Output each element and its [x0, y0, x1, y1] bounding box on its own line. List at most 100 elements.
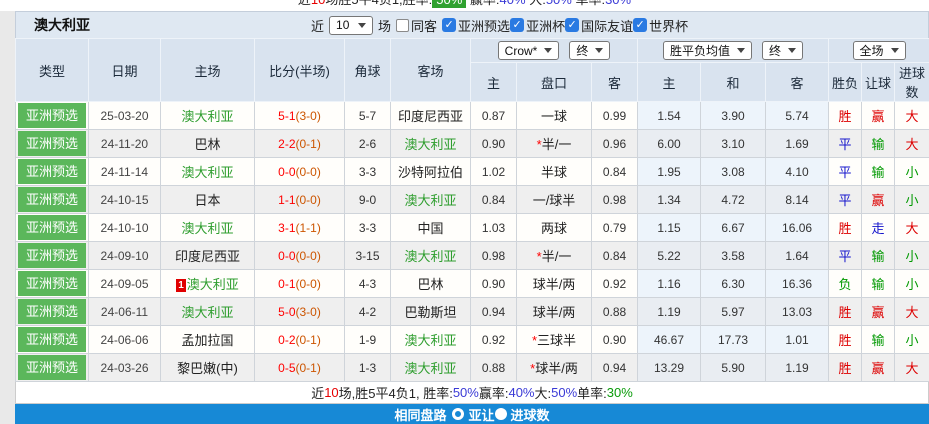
avg-away-odds-cell: 13.03	[766, 298, 829, 326]
match-date: 24-09-05	[100, 277, 148, 291]
home-team-name: 日本	[194, 193, 220, 208]
full-time-score: 2-2	[278, 137, 295, 151]
competition-type-badge: 亚洲预选	[18, 131, 86, 156]
trend-radio-option[interactable]: 亚让	[452, 405, 494, 424]
away-team-name: 沙特阿拉伯	[398, 165, 463, 180]
odds-state-select[interactable]: 终	[569, 41, 610, 60]
team-title: 澳大利亚	[34, 15, 90, 35]
full-time-score: 3-1	[278, 221, 295, 235]
goals-cell: 小	[895, 242, 929, 270]
competition-filters: ✓亚洲预选✓亚洲杯✓国际友谊✓世界杯	[442, 16, 688, 35]
match-date: 25-03-20	[100, 109, 148, 123]
away-odds-cell: 0.98	[592, 186, 638, 214]
away-team-cell: 中国	[391, 214, 471, 242]
home-odds-cell: 0.88	[471, 354, 517, 382]
radio-selected-icon[interactable]	[495, 408, 507, 420]
home-team-cell: 澳大利亚	[161, 102, 255, 130]
chevron-down-icon	[595, 48, 603, 53]
handicap-name: 半/一	[542, 137, 572, 152]
subheader-away-odds: 客	[592, 63, 638, 102]
average-state-select[interactable]: 终	[762, 41, 803, 60]
col-header-score: 比分(半场)	[255, 39, 345, 102]
handicap-name: 球半/两	[535, 361, 578, 376]
summary-segment: 赢率:	[466, 0, 499, 7]
avg-away-odds-cell: 5.74	[766, 102, 829, 130]
subheader-goals: 进球数	[895, 63, 929, 102]
summary-segment: 30%	[607, 385, 633, 400]
home-team-cell: 澳大利亚	[161, 158, 255, 186]
corner-count: 4-3	[359, 277, 376, 291]
result-cell: 平	[829, 186, 862, 214]
away-odds-cell: 0.92	[592, 270, 638, 298]
chevron-down-icon	[737, 48, 745, 53]
home-team-name: 澳大利亚	[181, 305, 233, 320]
avg-home-odds-cell: 1.16	[638, 270, 701, 298]
handicap-cell: 一球	[517, 102, 592, 130]
average-type-select[interactable]: 胜平负均值	[663, 41, 752, 60]
avg-home-odds-cell: 1.34	[638, 186, 701, 214]
subheader-home-odds: 主	[471, 63, 517, 102]
radio-unselected-icon[interactable]	[452, 408, 464, 420]
full-time-score: 5-1	[278, 109, 295, 123]
handicap-name: 半球	[541, 165, 567, 180]
avg-draw-odds-cell: 3.90	[701, 102, 766, 130]
competition-label: 亚洲预选	[458, 16, 510, 35]
corner-cell: 3-3	[345, 158, 391, 186]
table-row: 亚洲预选24-11-20巴林2-2(0-1)2-6澳大利亚0.90*半/一0.9…	[16, 130, 929, 158]
checkbox-checked-icon: ✓	[633, 18, 647, 32]
summary-segment: 大:	[535, 383, 552, 402]
competition-checkbox[interactable]: ✓亚洲杯	[510, 16, 565, 35]
away-team-name: 巴勒斯坦	[404, 305, 456, 320]
date-cell: 24-10-10	[89, 214, 161, 242]
corner-count: 3-3	[359, 165, 376, 179]
handicap-cell: *球半/两	[517, 354, 592, 382]
avg-away-odds-cell: 8.14	[766, 186, 829, 214]
same-away-checkbox[interactable]: 同客	[396, 16, 437, 35]
corner-count: 3-15	[355, 249, 379, 263]
competition-checkbox[interactable]: ✓亚洲预选	[442, 16, 510, 35]
summary-segment: 近	[298, 0, 311, 7]
competition-label: 世界杯	[649, 16, 688, 35]
home-odds-cell: 0.94	[471, 298, 517, 326]
goals-cell: 大	[895, 214, 929, 242]
result-cell: 胜	[829, 354, 862, 382]
goals-cell: 小	[895, 158, 929, 186]
corner-cell: 2-6	[345, 130, 391, 158]
odds-source-select[interactable]: Crow*	[498, 41, 560, 60]
goals-cell: 大	[895, 130, 929, 158]
competition-checkbox[interactable]: ✓国际友谊	[565, 16, 633, 35]
away-team-cell: 澳大利亚	[391, 130, 471, 158]
home-team-name: 澳大利亚	[187, 277, 239, 292]
avg-away-odds-cell: 4.10	[766, 158, 829, 186]
games-label: 场	[378, 16, 391, 35]
avg-home-odds-cell: 1.19	[638, 298, 701, 326]
clipped-summary-text: 近10场胜5平4负1,胜率:50% 赢率:40% 大:50% 单率:30%	[0, 0, 929, 11]
corner-cell: 4-2	[345, 298, 391, 326]
summary-segment: 大:	[526, 0, 546, 7]
handicap-result-cell: 输	[862, 270, 895, 298]
away-team-name: 巴林	[417, 277, 443, 292]
handicap-result-cell: 赢	[862, 354, 895, 382]
recent-count-select[interactable]: 10	[329, 16, 373, 35]
home-team-cell: 澳大利亚	[161, 214, 255, 242]
competition-type-badge: 亚洲预选	[18, 355, 86, 380]
handicap-cell: 球半/两	[517, 270, 592, 298]
half-time-score: (0-1)	[296, 361, 321, 375]
trend-radio-option[interactable]: 进球数	[495, 405, 550, 424]
scope-select[interactable]: 全场	[853, 41, 906, 60]
half-time-score: (0-1)	[296, 137, 321, 151]
goals-cell: 大	[895, 102, 929, 130]
away-team-name: 澳大利亚	[404, 249, 456, 264]
avg-draw-odds-cell: 17.73	[701, 326, 766, 354]
col-header-date: 日期	[89, 39, 161, 102]
avg-draw-odds-cell: 6.30	[701, 270, 766, 298]
table-row: 亚洲预选24-03-26黎巴嫩(中)0-5(0-1)1-3澳大利亚0.88*球半…	[16, 354, 929, 382]
filter-controls: 近 10 场 同客 ✓亚洲预选✓亚洲杯✓国际友谊✓世界杯	[311, 16, 688, 35]
home-odds-cell: 0.90	[471, 270, 517, 298]
recent-label: 近	[311, 16, 324, 35]
avg-away-odds-cell: 1.19	[766, 354, 829, 382]
handicap-result-cell: 走	[862, 214, 895, 242]
competition-checkbox[interactable]: ✓世界杯	[633, 16, 688, 35]
match-date: 24-09-10	[100, 249, 148, 263]
away-odds-cell: 0.88	[592, 298, 638, 326]
